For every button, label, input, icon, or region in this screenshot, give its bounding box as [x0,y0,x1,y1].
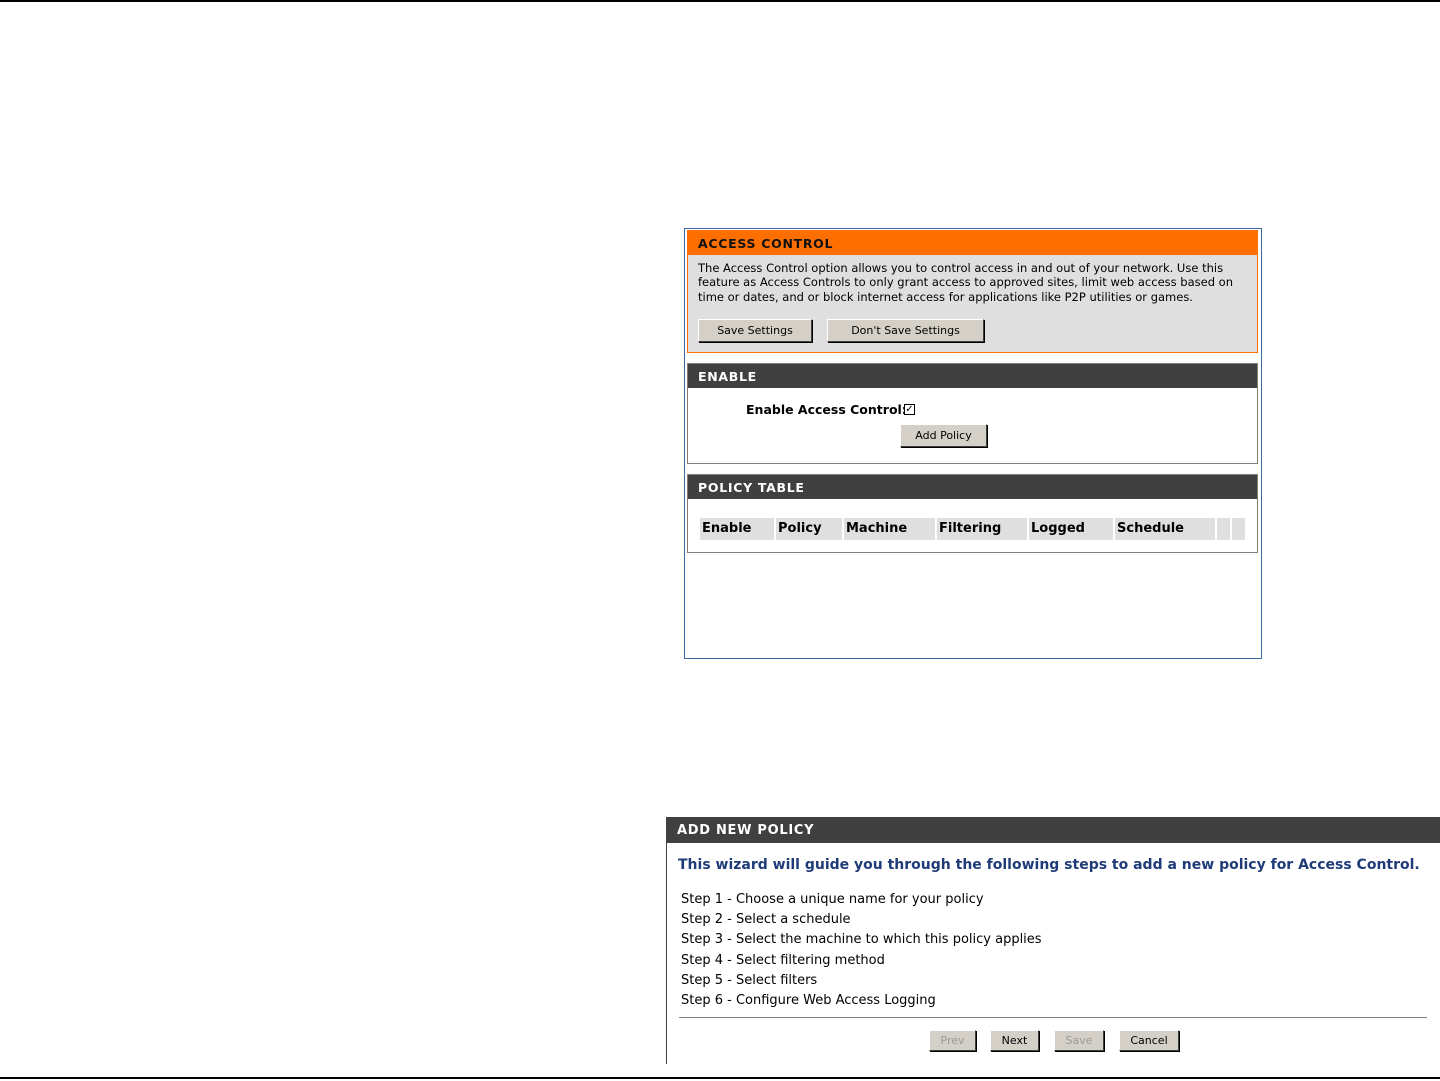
wizard-steps-list: Step 1 - Choose a unique name for your p… [681,890,1042,1011]
page-bottom-rule [0,1077,1440,1079]
next-button[interactable]: Next [990,1030,1039,1051]
column-header-machine: Machine [844,518,935,540]
column-header-edit [1217,518,1230,540]
column-header-policy: Policy [776,518,842,540]
wizard-step-3: Step 3 - Select the machine to which thi… [681,932,1042,948]
save-settings-button[interactable]: Save Settings [698,319,812,342]
cancel-button[interactable]: Cancel [1119,1030,1179,1051]
column-header-schedule: Schedule [1115,518,1215,540]
column-header-logged: Logged [1029,518,1113,540]
checkmark-icon: ✓ [905,404,914,415]
column-header-delete [1232,518,1245,540]
add-new-policy-panel: ADD NEW POLICY This wizard will guide yo… [666,817,1440,1064]
enable-title: ENABLE [688,364,1257,388]
wizard-step-2: Step 2 - Select a schedule [681,912,851,928]
save-button[interactable]: Save [1054,1030,1104,1051]
wizard-step-6: Step 6 - Configure Web Access Logging [681,993,936,1009]
page-top-rule [0,0,1440,2]
enable-access-control-label: Enable Access Control: [746,402,907,417]
add-policy-button[interactable]: Add Policy [900,424,987,447]
policy-table-header: Enable Policy Machine Filtering Logged S… [700,518,1247,540]
wizard-divider [679,1017,1427,1018]
add-new-policy-title: ADD NEW POLICY [667,817,1440,843]
column-header-enable: Enable [700,518,774,540]
access-control-title: ACCESS CONTROL [688,231,1257,255]
wizard-step-4: Step 4 - Select filtering method [681,952,885,968]
policy-table-section: POLICY TABLE Enable Policy Machine Filte… [687,474,1258,553]
access-control-section: ACCESS CONTROL The Access Control option… [687,230,1258,353]
column-header-filtering: Filtering [937,518,1027,540]
enable-access-control-checkbox[interactable]: ✓ [904,404,915,415]
access-control-description: The Access Control option allows you to … [698,261,1233,304]
wizard-step-5: Step 5 - Select filters [681,972,818,988]
wizard-step-1: Step 1 - Choose a unique name for your p… [681,892,984,907]
prev-button[interactable]: Prev [929,1030,976,1051]
access-control-frame: ACCESS CONTROL The Access Control option… [684,228,1262,659]
policy-table-title: POLICY TABLE [688,475,1257,499]
dont-save-settings-button[interactable]: Don't Save Settings [827,319,984,342]
add-new-policy-intro: This wizard will guide you through the f… [678,857,1420,873]
enable-section: ENABLE Enable Access Control: ✓ Add Poli… [687,363,1258,464]
